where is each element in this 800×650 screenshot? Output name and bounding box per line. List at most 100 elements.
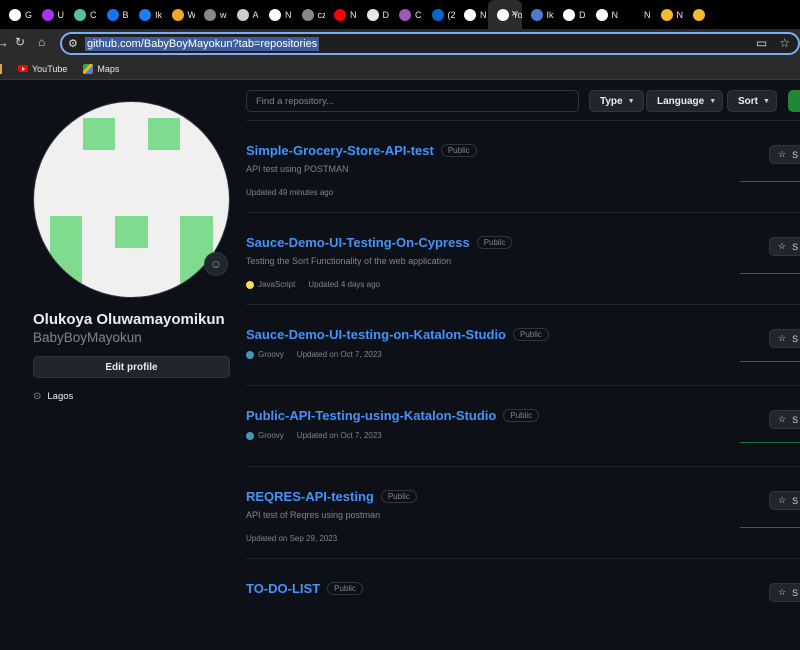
repo-name-link[interactable]: TO-DO-LIST Public: [246, 581, 363, 596]
location-label: Lagos: [47, 391, 74, 402]
avatar[interactable]: [33, 101, 230, 298]
visibility-badge: Public: [440, 144, 477, 157]
browser-tab[interactable]: Ik: [130, 0, 163, 29]
star-button[interactable]: ☆ S: [769, 410, 800, 429]
browser-tab[interactable]: Ik: [522, 0, 555, 29]
address-bar[interactable]: ⚙ github.com/BabyBoyMayokun?tab=reposito…: [60, 32, 800, 55]
tab-label: C: [90, 9, 97, 20]
browser-tab[interactable]: N: [619, 0, 652, 29]
chatgpt-icon: [236, 8, 249, 21]
browser-tab[interactable]: A: [228, 0, 261, 29]
browser-tab[interactable]: N: [260, 0, 293, 29]
language-label: Groovy: [258, 350, 284, 359]
language-color-dot: [246, 350, 254, 359]
star-button[interactable]: ☆ S: [769, 583, 800, 602]
tab-label: U: [57, 9, 65, 20]
star-button[interactable]: ☆ S: [769, 491, 800, 510]
activity-sparkline: [740, 361, 800, 362]
language-color-dot: [246, 280, 254, 289]
forward-icon[interactable]: →: [0, 35, 9, 50]
repo-search-input[interactable]: Find a repository...: [246, 90, 579, 112]
repo-list-item: Simple-Grocery-Store-API-test Public API t…: [246, 120, 800, 212]
repo-name-link[interactable]: REQRES-API-testing Public: [246, 489, 417, 504]
browser-tab[interactable]: w: [195, 0, 228, 29]
browser-tab[interactable]: cz: [293, 0, 326, 29]
repo-name-link[interactable]: Sauce-Demo-UI-Testing-On-Cypress Public: [246, 235, 513, 250]
browser-tab[interactable]: [684, 0, 717, 29]
repo-name: Simple-Grocery-Store-API-test: [246, 143, 434, 158]
globe-icon: [530, 8, 543, 21]
repo-name: Sauce-Demo-UI-Testing-On-Cypress: [246, 235, 470, 250]
browser-tab[interactable]: N: [325, 0, 358, 29]
home-icon[interactable]: ⌂: [38, 35, 45, 49]
browser-tab[interactable]: N: [587, 0, 620, 29]
browser-tab[interactable]: B: [98, 0, 131, 29]
set-status-button[interactable]: ☺: [204, 252, 228, 276]
edit-profile-button[interactable]: Edit profile: [33, 356, 230, 378]
bookmark-label: YouTube: [32, 63, 68, 74]
tab-label: (2: [447, 9, 456, 20]
new-repo-button[interactable]: [788, 90, 800, 112]
avatar-pixel: [115, 216, 148, 248]
tab-label: D: [579, 9, 586, 20]
repo-list-item: Public-API-Testing-using-Katalon-Studio P…: [246, 385, 800, 477]
browser-tab[interactable]: U: [33, 0, 66, 29]
close-tab-icon[interactable]: ×: [511, 8, 517, 20]
star-icon: ☆: [778, 414, 787, 424]
github-icon: [595, 8, 608, 21]
tab-label: cz: [317, 9, 326, 20]
youtube-icon: [18, 65, 28, 72]
chevron-down-icon: ▼: [709, 97, 717, 105]
tab-label: N: [644, 9, 651, 20]
sort-filter-label: Sort: [738, 95, 758, 107]
github-icon: [464, 8, 476, 21]
activity-sparkline: [740, 442, 800, 443]
url-text[interactable]: github.com/BabyBoyMayokun?tab=repositori…: [85, 37, 320, 51]
download-icon: [366, 8, 379, 21]
tab-strip: G U C B Ik Ww A Ncz N D C (2 N Yo × Ik D N N N: [0, 0, 800, 29]
tab-label: N: [480, 9, 487, 20]
browser-tab[interactable]: D: [358, 0, 391, 29]
bookmark-youtube[interactable]: YouTube: [18, 64, 67, 74]
sort-filter-button[interactable]: Sort ▼: [727, 90, 777, 112]
bookmark-maps[interactable]: Maps: [83, 63, 119, 74]
browser-tab[interactable]: W: [163, 0, 195, 29]
youtube-icon: [334, 8, 346, 21]
chevron-down-icon: ▼: [627, 97, 635, 105]
repo-name-link[interactable]: Public-API-Testing-using-Katalon-Studio P…: [246, 408, 540, 423]
avatar-pixel: [148, 118, 180, 150]
type-filter-button[interactable]: Type ▼: [589, 90, 644, 112]
browser-tab[interactable]: N: [455, 0, 488, 29]
browser-tab[interactable]: G: [0, 0, 33, 29]
bookmark-star-icon[interactable]: ☆: [779, 36, 790, 50]
star-button[interactable]: ☆ S: [769, 237, 800, 256]
browser-tab[interactable]: C: [65, 0, 98, 29]
bookmark-folder-icon[interactable]: [0, 63, 2, 74]
repo-name-link[interactable]: Sauce-Demo-UI-testing-on-Katalon-Studio P…: [246, 327, 549, 342]
repo-meta: Updated on Sep 29, 2023: [246, 534, 337, 543]
repo-language: JavaScript: [246, 280, 295, 289]
repo-updated: Updated 49 minutes ago: [246, 188, 334, 197]
site-settings-icon[interactable]: ⚙: [68, 37, 78, 50]
star-label: S: [792, 241, 799, 252]
tab-label: D: [382, 9, 390, 20]
star-icon: ☆: [778, 495, 787, 505]
star-button[interactable]: ☆ S: [769, 145, 800, 164]
tab-label: w: [220, 9, 227, 20]
language-filter-button[interactable]: Language ▼: [646, 90, 723, 112]
browser-tab[interactable]: N: [652, 0, 685, 29]
browser-tab[interactable]: D: [554, 0, 587, 29]
repo-description: API test using POSTMAN: [246, 164, 349, 174]
star-button[interactable]: ☆ S: [769, 329, 800, 348]
browser-tab[interactable]: Yo ×: [487, 0, 522, 29]
tab-label: Ik: [155, 9, 163, 20]
browser-tab[interactable]: (2: [423, 0, 456, 29]
reload-icon[interactable]: ↻: [15, 35, 25, 49]
profile-full-name: Olukoya Oluwamayomikun: [33, 311, 225, 328]
repo-name-link[interactable]: Simple-Grocery-Store-API-test Public: [246, 143, 477, 158]
browser-tab[interactable]: C: [390, 0, 423, 29]
cast-icon[interactable]: ▭: [756, 36, 767, 50]
tab-label: N: [676, 9, 684, 20]
browser-toolbar: → ↻ ⌂ ⚙ github.com/BabyBoyMayokun?tab=re…: [0, 29, 800, 58]
repo-language: Groovy: [246, 431, 284, 440]
